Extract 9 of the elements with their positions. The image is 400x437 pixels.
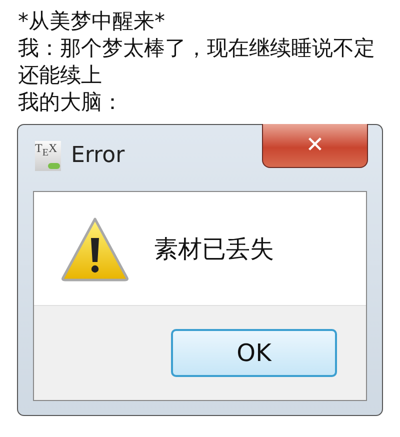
ok-button[interactable]: OK	[171, 329, 337, 377]
error-message: 素材已丢失	[154, 234, 274, 264]
caption-line: *从美梦中醒来*	[18, 8, 166, 35]
window-title: Error	[71, 143, 125, 168]
warning-icon	[60, 216, 130, 282]
app-icon: T$_{E}$X	[35, 141, 61, 171]
caption-line: 我：那个梦太棒了，现在继续睡说不定还能续上	[18, 35, 376, 89]
close-button[interactable]: ✕	[262, 124, 368, 168]
caption-line: 我的大脑：	[18, 89, 124, 116]
